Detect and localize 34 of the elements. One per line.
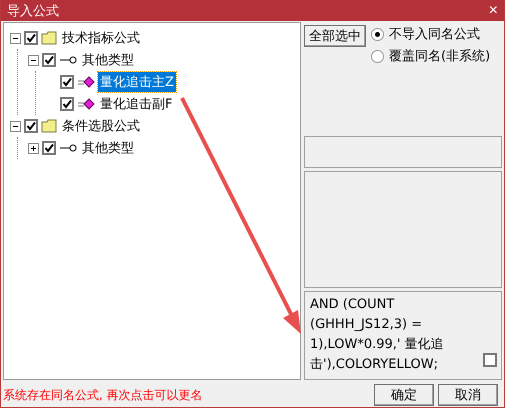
status-message: 系统存在同名公式, 再次点击可以更名 xyxy=(3,386,203,404)
dialog-button[interactable]: 确定 xyxy=(374,384,434,406)
gem-icon xyxy=(77,98,95,110)
checkbox[interactable] xyxy=(483,352,497,367)
checkbox[interactable] xyxy=(60,75,74,89)
tree-item[interactable]: 条件选股公式 xyxy=(60,116,142,136)
collapse-toggle[interactable] xyxy=(10,32,21,44)
option-label: 覆盖同名(非系统) xyxy=(389,48,490,65)
tree-item[interactable]: 其他类型 xyxy=(80,50,136,70)
gem-icon xyxy=(77,76,95,88)
select-all-button[interactable]: 全部选中 xyxy=(304,25,366,47)
tree-item[interactable]: 量化追击主Z xyxy=(98,72,176,92)
radio-button[interactable] xyxy=(371,50,384,62)
dialog-button[interactable]: 取消 xyxy=(438,384,498,406)
close-button[interactable]: × xyxy=(488,2,498,18)
collapse-toggle[interactable] xyxy=(10,120,21,132)
key-icon xyxy=(59,55,77,65)
radio-button[interactable] xyxy=(371,28,384,40)
collapse-toggle[interactable] xyxy=(28,54,39,66)
expand-toggle[interactable] xyxy=(28,142,39,154)
checkbox[interactable] xyxy=(42,53,56,67)
folder-icon xyxy=(41,119,57,133)
code-text: AND (COUNT (GHHH_JS12,3) = 1),LOW*0.99,' 量化追击'),COLORYELLOW; xyxy=(310,296,445,374)
window-title: 导入公式 xyxy=(7,2,59,20)
folder-icon xyxy=(41,31,57,45)
key-icon xyxy=(59,143,77,153)
option-label: 不导入同名公式 xyxy=(389,26,480,43)
checkbox[interactable] xyxy=(60,97,74,111)
tree-item[interactable]: 其他类型 xyxy=(80,138,136,158)
checkbox[interactable] xyxy=(42,141,56,155)
tree-item[interactable]: 技术指标公式 xyxy=(60,28,142,48)
tree-item[interactable]: 量化追击副F xyxy=(98,94,174,114)
checkbox[interactable] xyxy=(24,119,38,133)
checkbox[interactable] xyxy=(24,31,38,45)
